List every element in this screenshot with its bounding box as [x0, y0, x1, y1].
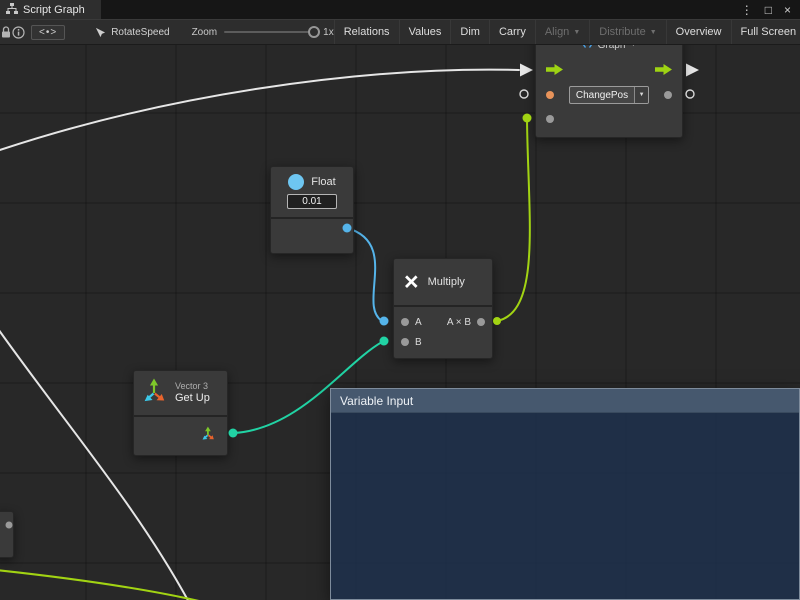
window-title-bar: Script Graph ⋮ □ ×	[0, 0, 800, 19]
dropdown-caret-icon: ▼	[634, 87, 648, 103]
graph-breadcrumb[interactable]: RotateSpeed	[95, 27, 169, 38]
values-button[interactable]: Values	[399, 20, 451, 44]
info-icon	[12, 26, 25, 39]
port-result-label: A × B	[447, 317, 471, 328]
vector3-output-section	[134, 415, 227, 455]
variable-input-title: Variable Input	[340, 394, 413, 408]
float-value-input[interactable]: 0.01	[287, 194, 337, 209]
vector3-getup-node[interactable]: Vector 3 Get Up	[133, 370, 228, 456]
align-button[interactable]: Align▼	[535, 20, 589, 44]
changepos-dropdown-value: ChangePos	[570, 87, 634, 103]
tab-script-graph[interactable]: Script Graph	[0, 0, 101, 19]
float-type-icon	[288, 174, 304, 190]
flow-out-arrow-icon[interactable]	[655, 62, 672, 80]
port-b-label: B	[415, 337, 422, 348]
port-b-dot[interactable]	[401, 338, 409, 346]
port-a-label: A	[415, 317, 422, 328]
lock-button[interactable]	[0, 20, 12, 44]
kebab-menu-icon[interactable]: ⋮	[741, 4, 753, 16]
relations-button[interactable]: Relations	[334, 20, 399, 44]
zoom-slider-knob[interactable]	[308, 26, 320, 38]
caret-down-icon: ▼	[650, 29, 657, 36]
maximize-icon[interactable]: □	[765, 4, 772, 16]
tab-title: Script Graph	[23, 4, 85, 16]
vector3-icon	[142, 378, 168, 408]
info-button[interactable]	[12, 20, 25, 44]
graph-flow-row	[536, 59, 682, 83]
port-output-dot[interactable]	[664, 91, 672, 99]
zoom-label: Zoom	[192, 27, 218, 38]
close-icon[interactable]: ×	[784, 4, 791, 16]
dim-button[interactable]: Dim	[450, 20, 489, 44]
float-node-title: Float	[311, 176, 335, 188]
graph-name-label: RotateSpeed	[111, 27, 169, 38]
graph-toolbar: <•> RotateSpeed Zoom 1x Relations Values…	[0, 19, 800, 45]
carry-button[interactable]: Carry	[489, 20, 535, 44]
script-graph-icon	[6, 3, 18, 17]
zoom-slider[interactable]	[224, 31, 316, 33]
caret-down-icon: ▼	[573, 29, 580, 36]
vector3-type-label: Vector 3	[175, 381, 210, 392]
overview-button[interactable]: Overview	[666, 20, 731, 44]
lock-icon	[0, 26, 12, 39]
vector3-mini-icon	[201, 426, 216, 446]
float-output-section	[271, 217, 353, 253]
full-screen-button[interactable]: Full Screen	[731, 20, 800, 44]
code-view-button[interactable]: <•>	[31, 25, 65, 40]
variable-input-panel[interactable]: Variable Input	[330, 388, 800, 600]
port-changepos-dot[interactable]	[546, 91, 554, 99]
zoom-value: 1x	[323, 27, 334, 38]
distribute-button[interactable]: Distribute▼	[589, 20, 665, 44]
graph-input-row	[536, 107, 682, 131]
partial-node-left-edge[interactable]	[0, 511, 14, 558]
graph-value-row: ChangePos ▼	[536, 83, 682, 107]
multiply-icon: ×	[404, 270, 419, 295]
port-result-dot[interactable]	[477, 318, 485, 326]
variable-input-header[interactable]: Variable Input	[331, 389, 799, 413]
graph-breadcrumb-icon	[95, 27, 106, 38]
graph-unit-node[interactable]: Graph ▼ ChangePos ▼	[535, 30, 683, 138]
changepos-dropdown[interactable]: ChangePos ▼	[569, 86, 649, 104]
flow-in-arrow-icon[interactable]	[546, 62, 563, 80]
multiply-node[interactable]: × Multiply A A × B B	[393, 258, 493, 359]
port-input-dot[interactable]	[546, 115, 554, 123]
port-a-dot[interactable]	[401, 318, 409, 326]
multiply-node-title: Multiply	[428, 276, 465, 288]
vector3-node-title: Get Up	[175, 392, 210, 406]
float-node[interactable]: Float 0.01	[270, 166, 354, 254]
